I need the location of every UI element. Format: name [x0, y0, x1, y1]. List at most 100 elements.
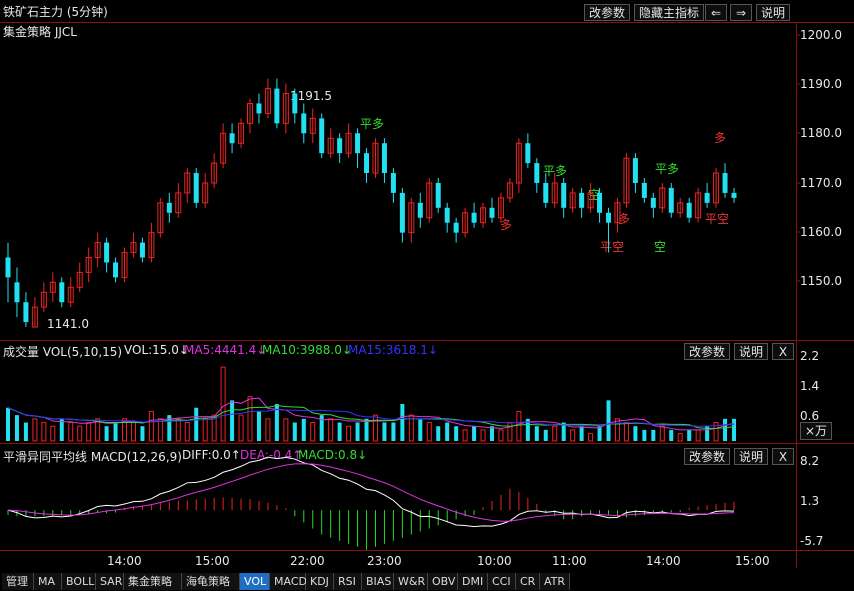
- candle-body: [731, 192, 737, 198]
- candle-body: [471, 212, 477, 223]
- tab-1[interactable]: MA: [34, 573, 62, 590]
- tab-16[interactable]: ATR: [540, 573, 570, 590]
- tab-7[interactable]: MACD: [270, 573, 307, 590]
- candle-body: [453, 222, 459, 233]
- candle-body: [229, 133, 235, 144]
- volume-bar: [454, 426, 459, 441]
- candle-body: [525, 143, 531, 164]
- volume-bar: [659, 425, 665, 442]
- volume-bar: [265, 418, 271, 442]
- volume-bar: [623, 422, 629, 442]
- candle-body: [364, 153, 370, 174]
- candle-body: [193, 173, 199, 203]
- volume-bar: [472, 426, 477, 441]
- volume-bar: [552, 425, 558, 442]
- candle-body: [301, 113, 307, 134]
- volume-bar: [14, 415, 19, 441]
- volume-bar: [516, 410, 522, 442]
- volume-bar: [669, 429, 674, 441]
- candle-body: [597, 192, 603, 213]
- volume-bar: [157, 418, 163, 442]
- volume-bar: [6, 407, 10, 441]
- tab-13[interactable]: DMI: [458, 573, 488, 590]
- volume-bar: [732, 418, 736, 441]
- volume-bar: [202, 418, 208, 442]
- tab-11[interactable]: W&R: [394, 573, 428, 590]
- volume-bar: [677, 433, 683, 442]
- volume-bar: [391, 422, 396, 441]
- volume-bar: [283, 418, 289, 442]
- candle-body: [256, 103, 262, 114]
- volume-bar: [301, 418, 306, 441]
- tab-4[interactable]: 集金策略: [124, 573, 182, 590]
- volume-bar: [498, 429, 504, 442]
- volume-bar: [480, 429, 486, 442]
- tab-5[interactable]: 海龟策略: [182, 573, 240, 590]
- volume-bar: [614, 418, 620, 442]
- candle-body: [444, 207, 450, 223]
- candle-body: [381, 143, 387, 174]
- candle-body: [139, 242, 145, 258]
- volume-bar: [41, 422, 47, 442]
- tab-3[interactable]: SAR: [96, 573, 124, 590]
- tab-0[interactable]: 管理: [2, 573, 34, 590]
- candle-body: [534, 163, 540, 183]
- candle-body: [355, 133, 361, 154]
- volume-bar: [723, 418, 728, 441]
- candle-body: [292, 93, 298, 114]
- volume-bar: [175, 418, 181, 442]
- volume-bar: [50, 425, 56, 442]
- volume-bar: [490, 426, 494, 441]
- candle-body: [417, 202, 423, 218]
- volume-bar: [194, 407, 199, 441]
- volume-bar: [346, 425, 352, 442]
- volume-bar: [247, 396, 253, 442]
- tab-2[interactable]: BOLL: [62, 573, 96, 590]
- tab-14[interactable]: CCI: [488, 573, 516, 590]
- candle-body: [489, 207, 495, 218]
- volume-bar: [32, 418, 38, 442]
- tab-12[interactable]: OBV: [428, 573, 458, 590]
- candle-body: [632, 158, 638, 183]
- candle-body: [166, 202, 172, 213]
- tab-10[interactable]: BIAS: [362, 573, 394, 590]
- volume-bar: [184, 422, 190, 442]
- volume-bar: [23, 422, 28, 441]
- candle-body: [543, 182, 549, 203]
- volume-bar: [418, 418, 423, 441]
- volume-bar: [570, 429, 576, 442]
- volume-bar: [310, 422, 316, 442]
- volume-bar: [256, 411, 261, 441]
- tab-9[interactable]: RSI: [334, 573, 362, 590]
- volume-bar: [337, 422, 342, 441]
- volume-bar: [534, 426, 539, 441]
- candle-body: [561, 182, 567, 208]
- candle-body: [399, 192, 405, 233]
- chart-canvas[interactable]: [0, 0, 854, 591]
- tab-6[interactable]: VOL: [240, 573, 270, 590]
- candle-body: [337, 138, 343, 154]
- dea-line: [7, 463, 735, 522]
- candle-body: [704, 192, 710, 203]
- volume-bar: [148, 410, 154, 442]
- diff-line: [7, 456, 735, 528]
- volume-bar: [130, 422, 136, 442]
- volume-bar: [462, 429, 468, 442]
- volume-bar: [220, 366, 226, 442]
- volume-bar: [436, 426, 441, 441]
- tab-8[interactable]: KDJ: [306, 573, 334, 590]
- tab-15[interactable]: CR: [516, 573, 540, 590]
- volume-bar: [695, 429, 701, 442]
- candle-body: [579, 192, 585, 208]
- volume-bar: [579, 426, 584, 441]
- candle-body: [668, 187, 674, 213]
- candle-body: [5, 257, 11, 278]
- volume-bar: [104, 426, 109, 441]
- candle-body: [641, 182, 647, 198]
- volume-bar: [382, 422, 387, 441]
- volume-bar: [687, 429, 692, 441]
- volume-bar: [543, 429, 548, 441]
- volume-bar: [507, 422, 513, 442]
- candle-body: [104, 242, 110, 263]
- candle-body: [319, 118, 325, 154]
